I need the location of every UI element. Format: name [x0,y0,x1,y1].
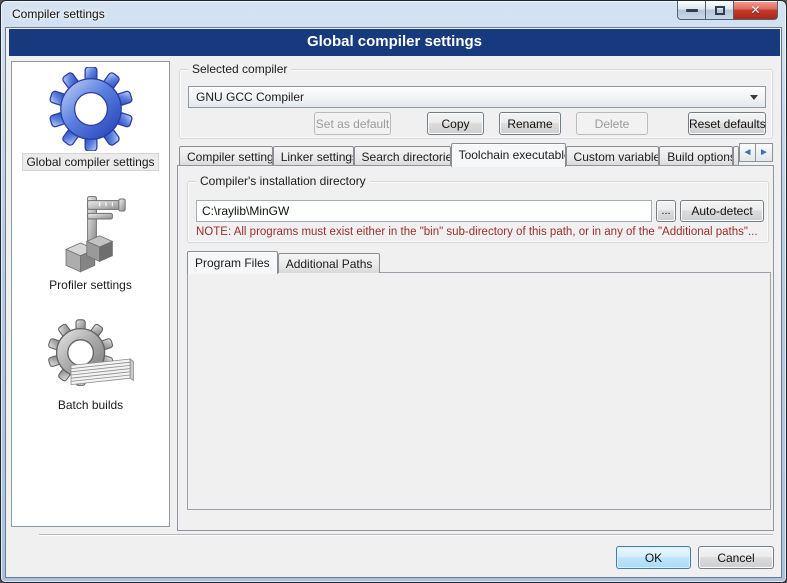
tab-build-options[interactable]: Build options [659,146,733,166]
tab-linker-settings[interactable]: Linker settings [273,146,354,166]
sidebar-item-label: Profiler settings [46,277,135,293]
minimize-button[interactable] [677,1,706,20]
close-button[interactable]: ✕ [733,1,778,20]
sidebar-item-profiler-settings[interactable]: Profiler settings [46,195,135,293]
selected-compiler-group: Selected compiler GNU GCC Compiler Set a… [179,69,773,139]
window-controls: ✕ [677,1,778,20]
minimize-icon [686,9,698,12]
ok-button[interactable]: OK [616,546,691,569]
caliper-icon [48,195,132,275]
sidebar-item-label: Batch builds [55,397,126,413]
footer-separator [39,534,773,536]
close-icon: ✕ [750,3,760,17]
tab-additional-paths[interactable]: Additional Paths [278,253,381,273]
tab-compiler-settings[interactable]: Compiler settings [179,146,273,166]
gray-gear-stack-icon [46,319,136,395]
maximize-icon [715,6,725,15]
tab-scrollers: ◄ ► [739,143,773,162]
sidebar-item-label: Global compiler settings [22,153,158,171]
installation-directory-browse-button[interactable]: ... [656,200,676,222]
tab-custom-variables[interactable]: Custom variables [566,146,660,166]
copy-button[interactable]: Copy [427,112,484,135]
program-tabs: Program Files Additional Paths [187,250,771,273]
tab-search-directories[interactable]: Search directories [354,146,451,166]
maximize-button[interactable] [706,1,733,20]
tab-toolchain-executables[interactable]: Toolchain executables [451,143,566,167]
compiler-tabs: Compiler settings Linker settings Search… [179,142,773,166]
reset-defaults-button[interactable]: Reset defaults [688,112,766,135]
program-files-page [187,272,771,510]
installation-directory-group: Compiler's installation directory ... Au… [187,181,769,243]
compiler-settings-window: Compiler settings ✕ Global compiler sett… [0,0,787,583]
cancel-button[interactable]: Cancel [698,546,774,569]
installation-directory-legend: Compiler's installation directory [196,174,370,188]
auto-detect-button[interactable]: Auto-detect [680,200,764,222]
compiler-select-value: GNU GCC Compiler [196,90,304,104]
settings-category-list: Global compiler settings [11,61,170,527]
tab-scroll-left-icon[interactable]: ◄ [739,143,756,162]
installation-directory-input[interactable] [196,200,652,222]
delete-button[interactable]: Delete [576,112,648,135]
set-as-default-button[interactable]: Set as default [314,112,391,135]
page-title: Global compiler settings [9,29,780,56]
sidebar-item-batch-builds[interactable]: Batch builds [46,319,136,413]
titlebar[interactable]: Compiler settings ✕ [1,1,786,27]
sidebar-item-global-compiler-settings[interactable]: Global compiler settings [22,67,158,171]
tab-scroll-right-icon[interactable]: ► [756,143,773,162]
blue-gear-icon [43,67,139,151]
tab-program-files[interactable]: Program Files [187,251,278,274]
compiler-select[interactable]: GNU GCC Compiler [188,86,766,108]
window-title: Compiler settings [12,7,105,21]
rename-button[interactable]: Rename [499,112,561,135]
installation-note: NOTE: All programs must exist either in … [196,226,758,238]
selected-compiler-legend: Selected compiler [188,62,291,76]
chevron-down-icon [750,95,758,104]
